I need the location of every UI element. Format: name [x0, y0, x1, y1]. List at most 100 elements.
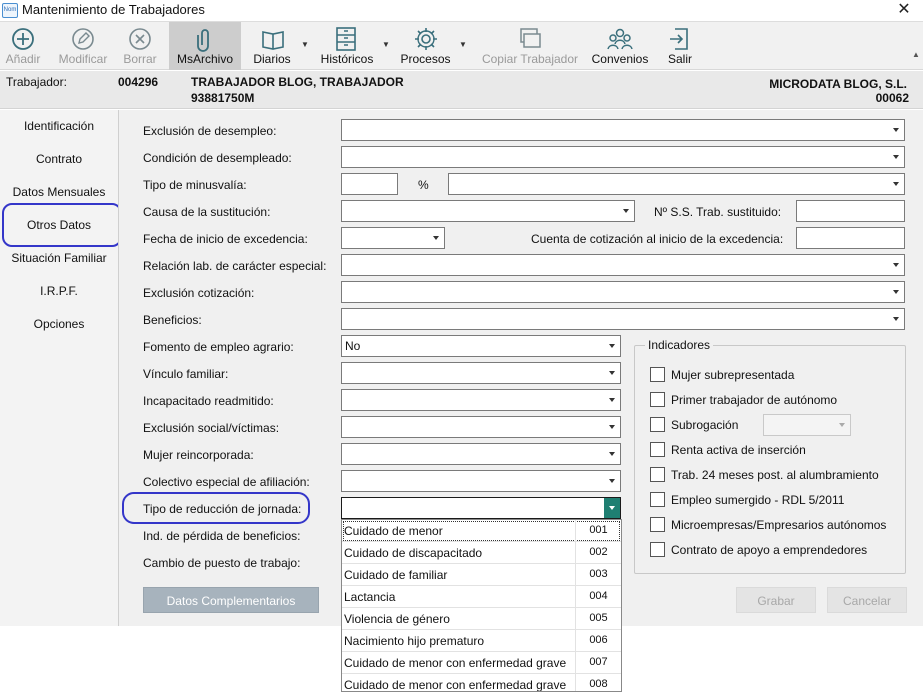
- checkbox-contrato-apoyo[interactable]: [650, 542, 665, 557]
- book-icon: [262, 31, 284, 50]
- condicion-desempleado-select[interactable]: [341, 146, 905, 168]
- chevron-down-icon: [839, 423, 845, 427]
- procesos-button[interactable]: ▼ Procesos: [398, 22, 468, 70]
- x-circle-icon: [129, 28, 151, 50]
- add-button[interactable]: Añadir: [0, 22, 46, 70]
- exclusion-social-select[interactable]: [341, 416, 621, 438]
- vinculo-familiar-label: Vínculo familiar:: [143, 367, 229, 381]
- mujer-reincorporada-select[interactable]: [341, 443, 621, 465]
- tipo-minusvalia-select[interactable]: [448, 173, 905, 195]
- dropdown-option[interactable]: Cuidado de menor con enfermedad grave 008: [342, 674, 621, 691]
- relacion-especial-select[interactable]: [341, 254, 905, 276]
- exclusion-desempleo-select[interactable]: [341, 119, 905, 141]
- worker-header: Trabajador: 004296 TRABAJADOR BLOG, TRAB…: [0, 71, 923, 109]
- close-icon[interactable]: ✕: [893, 0, 915, 20]
- checkbox-empleo-sumergido[interactable]: [650, 492, 665, 507]
- save-button[interactable]: Grabar: [736, 587, 816, 613]
- dropdown-option[interactable]: Cuidado de menor con enfermedad grave 007: [342, 652, 621, 674]
- dropdown-option[interactable]: Nacimiento hijo prematuro 006: [342, 630, 621, 652]
- checkbox-trab-24-meses[interactable]: [650, 467, 665, 482]
- worker-id: 93881750M: [191, 91, 255, 105]
- checkbox-renta-activa[interactable]: [650, 442, 665, 457]
- chevron-down-icon[interactable]: ▼: [301, 40, 309, 49]
- cancel-button[interactable]: Cancelar: [827, 587, 907, 613]
- copy-worker-button[interactable]: Copiar Trabajador: [478, 22, 582, 70]
- checkbox-primer-trabajador[interactable]: [650, 392, 665, 407]
- chevron-down-icon[interactable]: ▼: [382, 40, 390, 49]
- delete-button[interactable]: Borrar: [118, 22, 162, 70]
- dropdown-option[interactable]: Lactancia 004: [342, 586, 621, 608]
- exit-button[interactable]: Salir: [660, 22, 700, 70]
- cuenta-cotizacion-label: Cuenta de cotización al inicio de la exc…: [531, 232, 784, 246]
- fecha-excedencia-picker[interactable]: [341, 227, 445, 249]
- chevron-down-icon[interactable]: ▼: [459, 40, 467, 49]
- dropdown-option[interactable]: Cuidado de familiar 003: [342, 564, 621, 586]
- chevron-down-icon[interactable]: [604, 498, 620, 518]
- diarios-button[interactable]: ▼ Diarios: [248, 22, 310, 70]
- chevron-down-icon: [609, 398, 615, 402]
- colectivo-especial-label: Colectivo especial de afiliación:: [143, 475, 310, 489]
- chevron-down-icon: [893, 263, 899, 267]
- chevron-up-icon[interactable]: ▲: [912, 50, 920, 59]
- toolbar: Añadir Modificar Borrar MsArchivo ▼ Diar…: [0, 22, 923, 70]
- nss-sustituido-input[interactable]: [796, 200, 905, 222]
- causa-sustitucion-select[interactable]: [341, 200, 635, 222]
- tipo-reduccion-select[interactable]: [341, 497, 621, 519]
- checkbox-label: Microempresas/Empresarios autónomos: [671, 518, 887, 532]
- worker-label: Trabajador:: [6, 75, 67, 89]
- dropdown-option[interactable]: Violencia de género 005: [342, 608, 621, 630]
- window-title: Mantenimiento de Trabajadores: [22, 2, 205, 17]
- sidebar-item-irpf[interactable]: I.R.P.F.: [0, 284, 118, 298]
- checkbox-label: Mujer subrepresentada: [671, 368, 795, 382]
- exclusion-social-label: Exclusión social/víctimas:: [143, 421, 280, 435]
- ind-perdida-label: Ind. de pérdida de beneficios:: [143, 529, 301, 543]
- exclusion-cotizacion-select[interactable]: [341, 281, 905, 303]
- worker-name: TRABAJADOR BLOG, TRABAJADOR: [191, 75, 404, 89]
- gear-icon: [415, 28, 437, 50]
- checkbox-microempresas[interactable]: [650, 517, 665, 532]
- condicion-desempleado-label: Condición de desempleado:: [143, 151, 292, 165]
- datos-complementarios-button[interactable]: Datos Complementarios: [143, 587, 319, 613]
- historicos-button[interactable]: ▼ Históricos: [316, 22, 392, 70]
- indicadores-title: Indicadores: [645, 338, 714, 352]
- convenios-button[interactable]: Convenios: [588, 22, 652, 70]
- exit-icon: [670, 28, 688, 50]
- chevron-down-icon: [893, 317, 899, 321]
- checkbox-label: Renta activa de inserción: [671, 443, 806, 457]
- checkbox-mujer-subrepresentada[interactable]: [650, 367, 665, 382]
- incapacitado-select[interactable]: [341, 389, 621, 411]
- fomento-agrario-select[interactable]: No: [341, 335, 621, 357]
- sidebar-item-situacion-familiar[interactable]: Situación Familiar: [0, 251, 118, 265]
- subrogacion-select[interactable]: [763, 414, 851, 436]
- plus-circle-icon: [12, 28, 34, 50]
- dropdown-option[interactable]: Cuidado de menor 001: [342, 520, 621, 542]
- fecha-excedencia-label: Fecha de inicio de excedencia:: [143, 232, 308, 246]
- paperclip-icon: [197, 29, 209, 52]
- nss-sustituido-label: Nº S.S. Trab. sustituido:: [654, 205, 782, 219]
- pencil-circle-icon: [72, 28, 94, 50]
- msarchivo-button[interactable]: MsArchivo: [169, 22, 241, 70]
- vinculo-familiar-select[interactable]: [341, 362, 621, 384]
- modify-button[interactable]: Modificar: [52, 22, 114, 70]
- sidebar-item-datos-mensuales[interactable]: Datos Mensuales: [0, 185, 118, 199]
- checkbox-label: Primer trabajador de autónomo: [671, 393, 838, 407]
- fomento-agrario-label: Fomento de empleo agrario:: [143, 340, 294, 354]
- colectivo-especial-select[interactable]: [341, 470, 621, 492]
- exclusion-desempleo-label: Exclusión de desempleo:: [143, 124, 277, 138]
- chevron-down-icon: [893, 128, 899, 132]
- sidebar-item-opciones[interactable]: Opciones: [0, 317, 118, 331]
- checkbox-label: Contrato de apoyo a emprendedores: [671, 543, 868, 557]
- incapacitado-label: Incapacitado readmitido:: [143, 394, 274, 408]
- cuenta-cotizacion-input[interactable]: [796, 227, 905, 249]
- dropdown-option[interactable]: Cuidado de discapacitado 002: [342, 542, 621, 564]
- minusvalia-percent-input[interactable]: [341, 173, 398, 195]
- cabinet-icon: [336, 27, 356, 51]
- beneficios-select[interactable]: [341, 308, 905, 330]
- sidebar-item-identificacion[interactable]: Identificación: [0, 119, 118, 133]
- sidebar-item-contrato[interactable]: Contrato: [0, 152, 118, 166]
- chevron-down-icon: [893, 182, 899, 186]
- company-name: MICRODATA BLOG, S.L.: [769, 77, 907, 91]
- reduccion-dropdown-list: Cuidado de menor 001 Cuidado de discapaci…: [341, 519, 622, 692]
- chevron-down-icon: [433, 236, 439, 240]
- checkbox-subrogacion[interactable]: [650, 417, 665, 432]
